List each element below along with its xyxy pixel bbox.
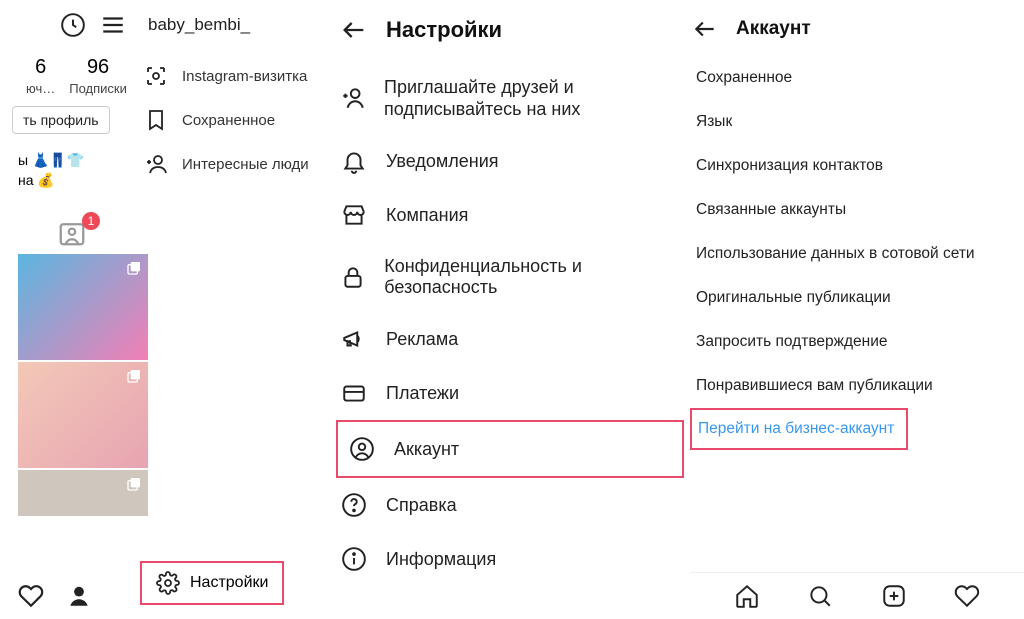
tagged-tab-icon[interactable]: 1 (52, 218, 92, 248)
photo-grid (18, 254, 148, 516)
help-icon (340, 492, 368, 518)
photo-cell[interactable] (18, 362, 148, 468)
account-liked[interactable]: Понравившиеся вам публикации (690, 364, 1024, 408)
add-person-icon (144, 152, 168, 176)
lock-icon (340, 264, 366, 290)
search-icon[interactable] (807, 583, 833, 609)
menu-nametag[interactable]: Instagram-визитка (140, 54, 340, 98)
gear-icon (156, 571, 180, 595)
profile-icon[interactable] (66, 583, 92, 609)
settings-business[interactable]: Компания (330, 188, 690, 242)
card-icon (340, 380, 368, 406)
settings-about[interactable]: Информация (330, 532, 690, 586)
photo-cell[interactable] (18, 470, 148, 516)
account-linked[interactable]: Связанные аккаунты (690, 188, 1024, 232)
settings-payments[interactable]: Платежи (330, 366, 690, 420)
back-icon[interactable] (692, 16, 718, 42)
account-title: Аккаунт (736, 18, 811, 40)
account-panel: Аккаунт Сохраненное Язык Синхронизация к… (690, 0, 1024, 619)
settings-notifications[interactable]: Уведомления (330, 134, 690, 188)
megaphone-icon (340, 326, 368, 352)
archive-icon[interactable] (60, 12, 86, 38)
stat-following[interactable]: 96 Подписки (69, 56, 127, 96)
nametag-icon (144, 64, 168, 88)
multi-post-icon (126, 368, 142, 384)
bell-icon (340, 148, 368, 174)
settings-menu-item[interactable]: Настройки (140, 561, 284, 605)
person-circle-icon (348, 436, 376, 462)
profile-panel: baby_bembi_ 6 юч… 96 Подписки ть профиль… (0, 0, 330, 619)
settings-invite[interactable]: Приглашайте друзей и подписывайтесь на н… (330, 62, 690, 134)
settings-help[interactable]: Справка (330, 478, 690, 532)
home-icon[interactable] (734, 583, 760, 609)
settings-panel: Настройки Приглашайте друзей и подписыва… (330, 0, 690, 619)
settings-title: Настройки (386, 17, 502, 43)
menu-discover[interactable]: Интересные люди (140, 142, 340, 186)
account-saved[interactable]: Сохраненное (690, 56, 1024, 100)
settings-account[interactable]: Аккаунт (336, 420, 684, 478)
menu-saved[interactable]: Сохраненное (140, 98, 340, 142)
account-verify[interactable]: Запросить подтверждение (690, 320, 1024, 364)
account-sync[interactable]: Синхронизация контактов (690, 144, 1024, 188)
profile-side-menu: Instagram-визитка Сохраненное Интересные… (140, 54, 340, 186)
username[interactable]: baby_bembi_ (148, 15, 250, 35)
multi-post-icon (126, 476, 142, 492)
add-person-icon (340, 85, 366, 111)
heart-icon[interactable] (954, 583, 980, 609)
account-switch-business[interactable]: Перейти на бизнес-аккаунт (690, 408, 908, 450)
heart-icon[interactable] (18, 583, 44, 609)
bookmark-icon (144, 108, 168, 132)
edit-profile-button[interactable]: ть профиль (12, 106, 110, 134)
account-cellular[interactable]: Использование данных в сотовой сети (690, 232, 1024, 276)
account-original[interactable]: Оригинальные публикации (690, 276, 1024, 320)
settings-ads[interactable]: Реклама (330, 312, 690, 366)
settings-privacy[interactable]: Конфиденциальность и безопасность (330, 242, 690, 312)
account-language[interactable]: Язык (690, 100, 1024, 144)
stat-posts[interactable]: 6 юч… (26, 56, 55, 96)
multi-post-icon (126, 260, 142, 276)
storefront-icon (340, 202, 368, 228)
back-icon[interactable] (340, 16, 368, 44)
add-post-icon[interactable] (881, 583, 907, 609)
notification-badge: 1 (82, 212, 100, 230)
info-icon (340, 546, 368, 572)
photo-cell[interactable] (18, 254, 148, 360)
menu-icon[interactable] (100, 12, 126, 38)
bottom-navbar (690, 572, 1024, 609)
